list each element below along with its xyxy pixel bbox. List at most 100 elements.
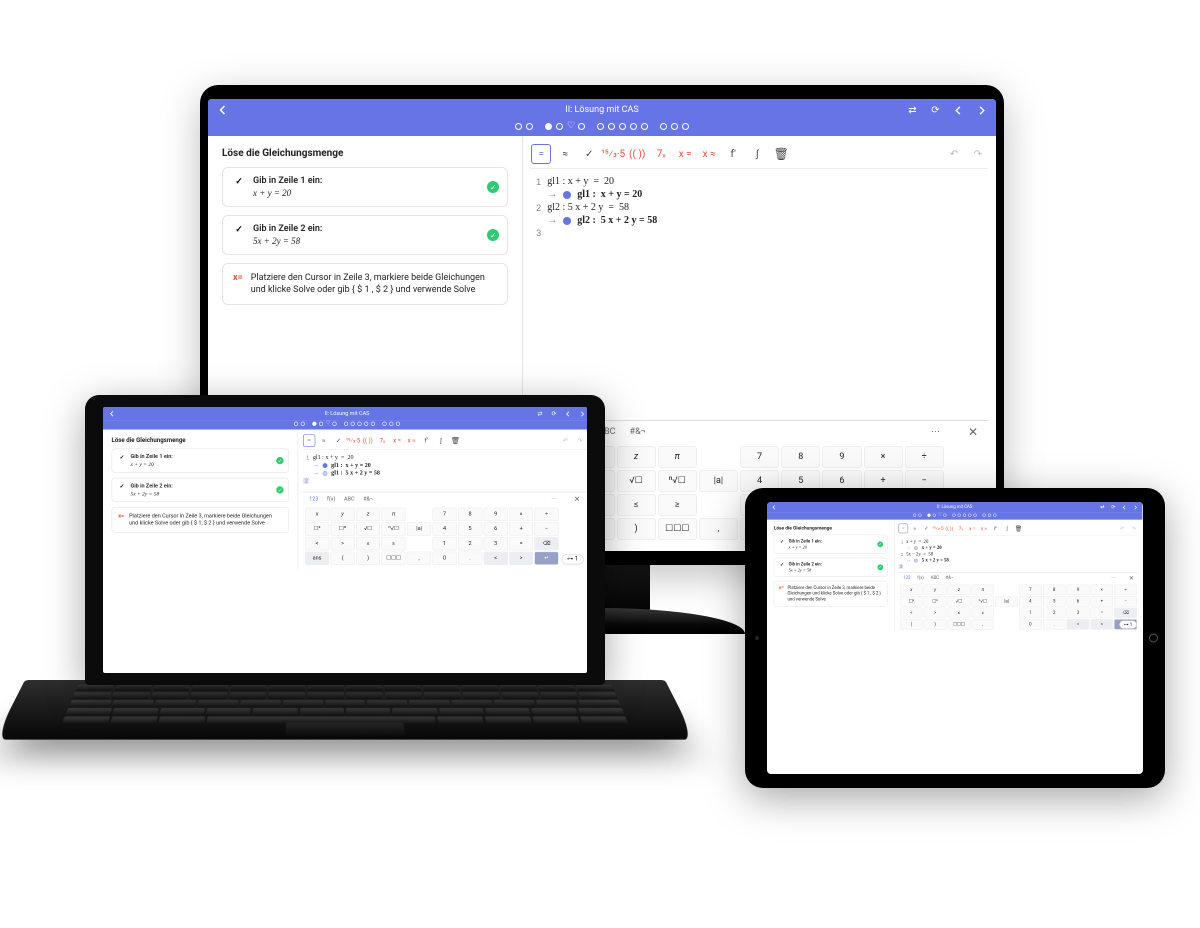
tool-factor[interactable]: 15⁄3·5 bbox=[603, 144, 623, 164]
key[interactable]: . bbox=[1043, 619, 1066, 630]
key[interactable]: 6 bbox=[483, 522, 507, 535]
tool-integral[interactable]: ∫ bbox=[435, 434, 447, 446]
tool-nsolve[interactable]: x ≈ bbox=[699, 144, 719, 164]
prev-icon[interactable] bbox=[952, 104, 965, 117]
key-rparen[interactable]: ) bbox=[617, 518, 656, 540]
key[interactable]: ) bbox=[924, 619, 947, 630]
row-bullet[interactable] bbox=[914, 546, 918, 550]
key[interactable]: > bbox=[330, 537, 354, 550]
key[interactable]: ( bbox=[900, 619, 923, 630]
tool-equals[interactable]: = bbox=[531, 144, 551, 164]
key[interactable]: 7 bbox=[1019, 585, 1042, 596]
swap-icon[interactable]: ⇄ bbox=[906, 104, 919, 117]
prev-icon[interactable] bbox=[564, 410, 572, 418]
cas-editor[interactable]: 1x + y = 20 x + y = 20 25x − 2y = 58 5 x… bbox=[898, 538, 1138, 569]
tool-derivative[interactable]: f' bbox=[723, 144, 743, 164]
next-icon[interactable] bbox=[1132, 504, 1138, 510]
tool-equals[interactable]: = bbox=[898, 524, 908, 534]
key[interactable]: 0 bbox=[432, 552, 456, 565]
kbd-tab-fx[interactable]: f(x) bbox=[917, 575, 924, 580]
row-bullet[interactable] bbox=[323, 463, 328, 468]
key[interactable]: 8 bbox=[458, 508, 482, 521]
key[interactable]: 4 bbox=[1019, 596, 1042, 607]
key-div[interactable]: ÷ bbox=[905, 446, 944, 468]
key[interactable]: > bbox=[509, 552, 533, 565]
key[interactable]: 5 bbox=[458, 522, 482, 535]
key-le[interactable]: ≤ bbox=[617, 494, 656, 516]
tool-solve[interactable]: x = bbox=[391, 434, 403, 446]
row-bullet[interactable] bbox=[914, 558, 918, 562]
key-mult[interactable]: × bbox=[864, 446, 903, 468]
tool-solve[interactable]: x = bbox=[968, 524, 978, 534]
tool-nsolve[interactable]: x ≈ bbox=[406, 434, 418, 446]
back-icon[interactable] bbox=[771, 504, 777, 510]
kbd-more[interactable]: ⋯ bbox=[1111, 575, 1115, 580]
key[interactable]: < bbox=[305, 537, 329, 550]
redo-button[interactable]: ↷ bbox=[968, 144, 988, 164]
key[interactable]: ( bbox=[330, 552, 354, 565]
key[interactable]: < bbox=[900, 608, 923, 619]
tool-sub[interactable]: 7ₓ bbox=[651, 144, 671, 164]
tool-check[interactable]: ✓ bbox=[332, 434, 344, 446]
key[interactable]: ⁿ√☐ bbox=[381, 522, 405, 535]
redo-button[interactable]: ↷ bbox=[574, 434, 586, 446]
key[interactable]: √☐ bbox=[948, 596, 971, 607]
key[interactable]: + bbox=[509, 522, 533, 535]
help-pill[interactable]: ⊶ 1 bbox=[562, 554, 584, 564]
key[interactable]: ☐² bbox=[305, 522, 329, 535]
key[interactable]: 2 bbox=[458, 537, 482, 550]
key[interactable]: 3 bbox=[483, 537, 507, 550]
undo-button[interactable]: ↶ bbox=[944, 144, 964, 164]
kbd-more[interactable]: ⋯ bbox=[931, 427, 940, 437]
key[interactable]: ⌫ bbox=[534, 537, 558, 550]
key[interactable]: z bbox=[356, 508, 380, 521]
tool-paren[interactable]: (( )) bbox=[627, 144, 647, 164]
tool-approx[interactable]: ≈ bbox=[555, 144, 575, 164]
key[interactable]: , bbox=[971, 619, 994, 630]
row-bullet[interactable] bbox=[563, 217, 571, 225]
kbd-tab-fx[interactable]: f(x) bbox=[327, 496, 335, 502]
key[interactable]: 0 bbox=[1019, 619, 1042, 630]
key-z[interactable]: z bbox=[617, 446, 656, 468]
tool-check[interactable]: ✓ bbox=[579, 144, 599, 164]
tool-approx[interactable]: ≈ bbox=[910, 524, 920, 534]
swap-icon[interactable]: ⇄ bbox=[1099, 504, 1105, 510]
tool-trash[interactable]: 🗑 bbox=[449, 434, 461, 446]
key[interactable]: ☐ⁿ bbox=[330, 522, 354, 535]
key[interactable]: 4 bbox=[432, 522, 456, 535]
kbd-close[interactable]: ✕ bbox=[1129, 574, 1134, 581]
row-bullet[interactable] bbox=[323, 471, 328, 476]
key[interactable]: ☐² bbox=[900, 596, 923, 607]
key[interactable]: z bbox=[948, 585, 971, 596]
key[interactable]: ≤ bbox=[356, 537, 380, 550]
key[interactable]: |a| bbox=[407, 522, 431, 535]
key[interactable]: ÷ bbox=[534, 508, 558, 521]
cas-editor[interactable]: 1gl1 : x + y = 20 gl1 : x + y = 20 gl1 :… bbox=[303, 453, 586, 484]
key-7[interactable]: 7 bbox=[740, 446, 779, 468]
tool-integral[interactable]: ∫ bbox=[747, 144, 767, 164]
key[interactable]: ) bbox=[356, 552, 380, 565]
refresh-icon[interactable]: ⟳ bbox=[929, 104, 942, 117]
tool-derivative[interactable]: f' bbox=[991, 524, 1001, 534]
tool-trash[interactable]: 🗑 bbox=[1014, 524, 1024, 534]
key[interactable]: 3 bbox=[1067, 608, 1090, 619]
key[interactable]: + bbox=[1090, 596, 1113, 607]
next-icon[interactable] bbox=[578, 410, 586, 418]
key-nroot[interactable]: ⁿ√☐ bbox=[658, 470, 697, 492]
prev-icon[interactable] bbox=[1121, 504, 1127, 510]
key[interactable]: 1 bbox=[1019, 608, 1042, 619]
key[interactable]: π bbox=[381, 508, 405, 521]
undo-button[interactable]: ↶ bbox=[1117, 524, 1127, 534]
kbd-tab-123[interactable]: 123 bbox=[903, 575, 910, 580]
tool-check[interactable]: ✓ bbox=[922, 524, 932, 534]
key[interactable]: > bbox=[1090, 619, 1113, 630]
key-9[interactable]: 9 bbox=[822, 446, 861, 468]
swap-icon[interactable]: ⇄ bbox=[536, 410, 544, 418]
key[interactable]: x bbox=[305, 508, 329, 521]
refresh-icon[interactable]: ⟳ bbox=[1110, 504, 1116, 510]
kbd-tab-sym[interactable]: #&¬ bbox=[630, 427, 646, 437]
key[interactable]: 7 bbox=[432, 508, 456, 521]
tool-solve[interactable]: x = bbox=[675, 144, 695, 164]
key-abs[interactable]: |a| bbox=[699, 470, 738, 492]
key[interactable]: ☐☐☐ bbox=[948, 619, 971, 630]
